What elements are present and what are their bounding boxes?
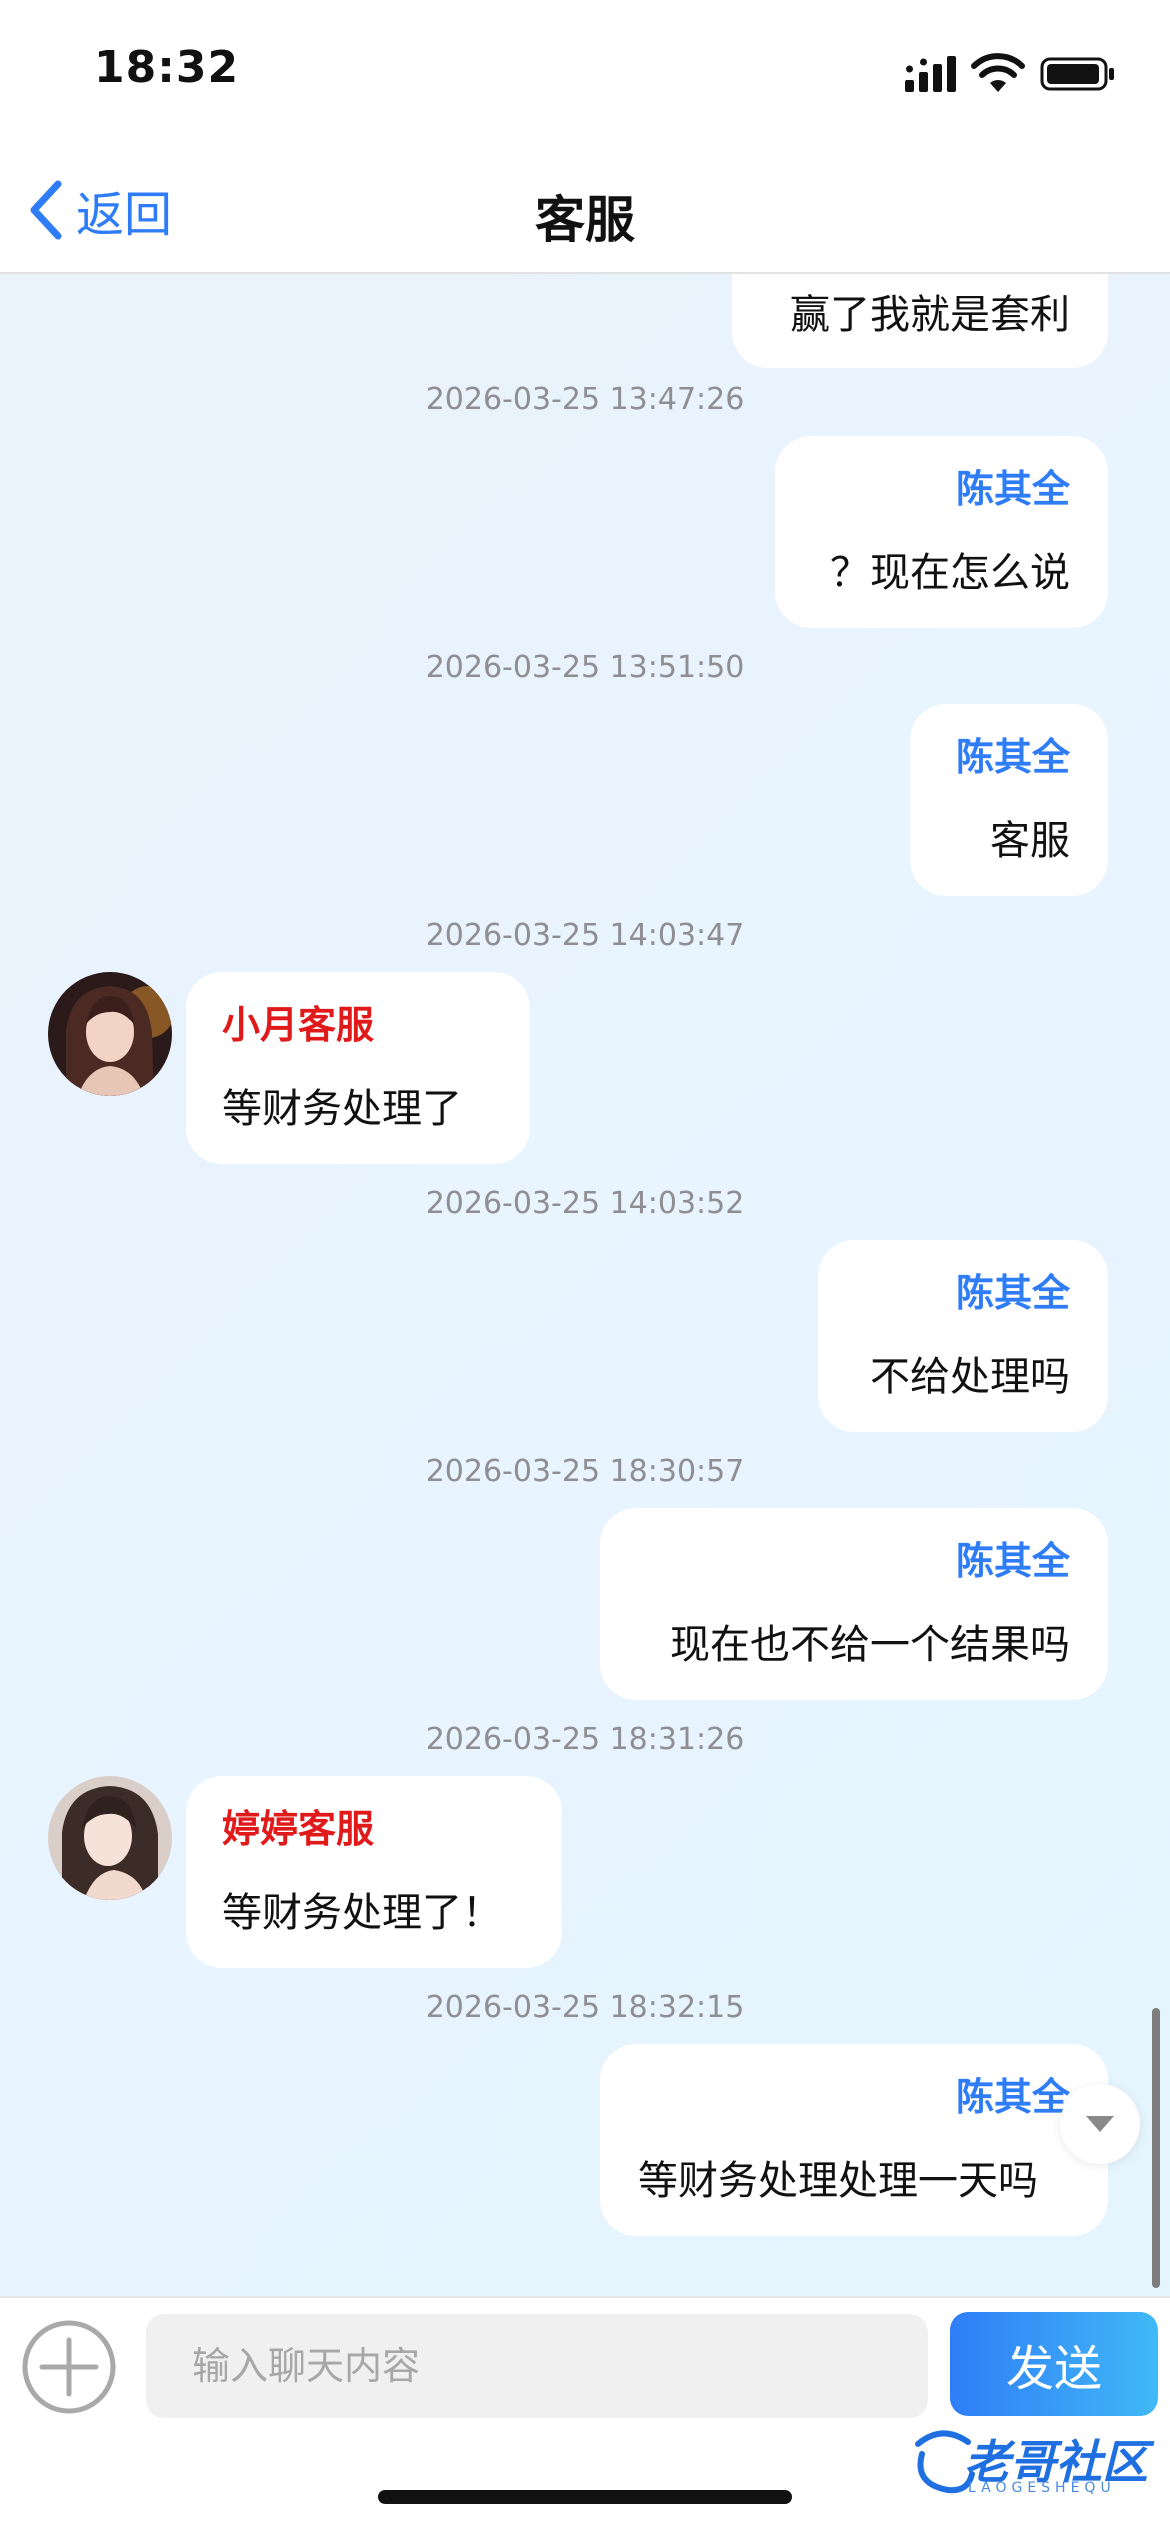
- message-text: 等财务处理了: [222, 1086, 462, 1132]
- triangle-down-icon: [1086, 2116, 1114, 2132]
- wifi-icon: [971, 53, 1025, 92]
- sender-name: 陈其全: [955, 735, 1070, 779]
- message-bubble-outgoing: 陈其全 等财务处理处理一天吗: [600, 2044, 1108, 2236]
- sender-name: 小月客服: [222, 1003, 375, 1047]
- message-timestamp: 2026-03-25 18:32:15: [425, 1990, 745, 2025]
- page-title: 客服: [535, 191, 635, 249]
- message-text: 等财务处理处理一天吗: [638, 2158, 1038, 2204]
- message-bubble-incoming: 小月客服 等财务处理了: [186, 972, 530, 1164]
- message-text: 客服: [990, 818, 1070, 864]
- status-bar: 18:32: [0, 0, 1170, 150]
- message-timestamp: 2026-03-25 18:31:26: [425, 1722, 745, 1757]
- message-timestamp: 2026-03-25 14:03:47: [425, 918, 745, 953]
- chat-message-list[interactable]: 赢了我就是套利 2026-03-25 13:47:26 陈其全 ？现在怎么说 2…: [0, 274, 1170, 2296]
- message-bubble-outgoing: 陈其全 客服: [910, 704, 1108, 896]
- sender-name: 婷婷客服: [222, 1807, 375, 1851]
- message-text: ？现在怎么说: [830, 550, 1070, 596]
- nav-bar: 返回 客服: [0, 150, 1170, 274]
- message-timestamp: 2026-03-25 13:47:26: [425, 382, 745, 417]
- message-bubble-incoming: 婷婷客服 等财务处理了！: [186, 1776, 562, 1968]
- cellular-signal-icon: [905, 56, 956, 92]
- message-bubble-outgoing: 陈其全 现在也不给一个结果吗: [600, 1508, 1108, 1700]
- message-bubble-outgoing: 赢了我就是套利: [732, 274, 1108, 368]
- add-attachment-button[interactable]: [20, 2318, 118, 2416]
- battery-icon: [1040, 57, 1114, 91]
- sender-name: 陈其全: [955, 1539, 1070, 1583]
- message-text: 赢了我就是套利: [790, 292, 1070, 338]
- status-time: 18:32: [94, 42, 240, 93]
- chat-input[interactable]: [146, 2314, 928, 2418]
- message-timestamp: 2026-03-25 13:51:50: [425, 650, 745, 685]
- sender-name: 陈其全: [955, 467, 1070, 511]
- agent-avatar[interactable]: [48, 1776, 172, 1900]
- sender-name: 陈其全: [955, 1271, 1070, 1315]
- sender-name: 陈其全: [955, 2075, 1070, 2119]
- message-text: 现在也不给一个结果吗: [670, 1622, 1070, 1668]
- message-timestamp: 2026-03-25 18:30:57: [425, 1454, 745, 1489]
- scroll-to-bottom-button[interactable]: [1060, 2084, 1140, 2164]
- scrollbar[interactable]: [1152, 2008, 1160, 2288]
- message-timestamp: 2026-03-25 14:03:52: [425, 1186, 745, 1221]
- home-indicator[interactable]: [378, 2490, 792, 2504]
- agent-avatar[interactable]: [48, 972, 172, 1096]
- message-bubble-outgoing: 陈其全 ？现在怎么说: [775, 436, 1108, 628]
- message-text: 不给处理吗: [870, 1354, 1070, 1400]
- send-button[interactable]: 发送: [950, 2312, 1158, 2416]
- watermark-logo: 老哥社区 LAOGESHEQU: [908, 2424, 1158, 2504]
- watermark-subtext: LAOGESHEQU: [968, 2480, 1116, 2496]
- message-bubble-outgoing: 陈其全 不给处理吗: [818, 1240, 1108, 1432]
- message-text: 等财务处理了！: [222, 1890, 502, 1936]
